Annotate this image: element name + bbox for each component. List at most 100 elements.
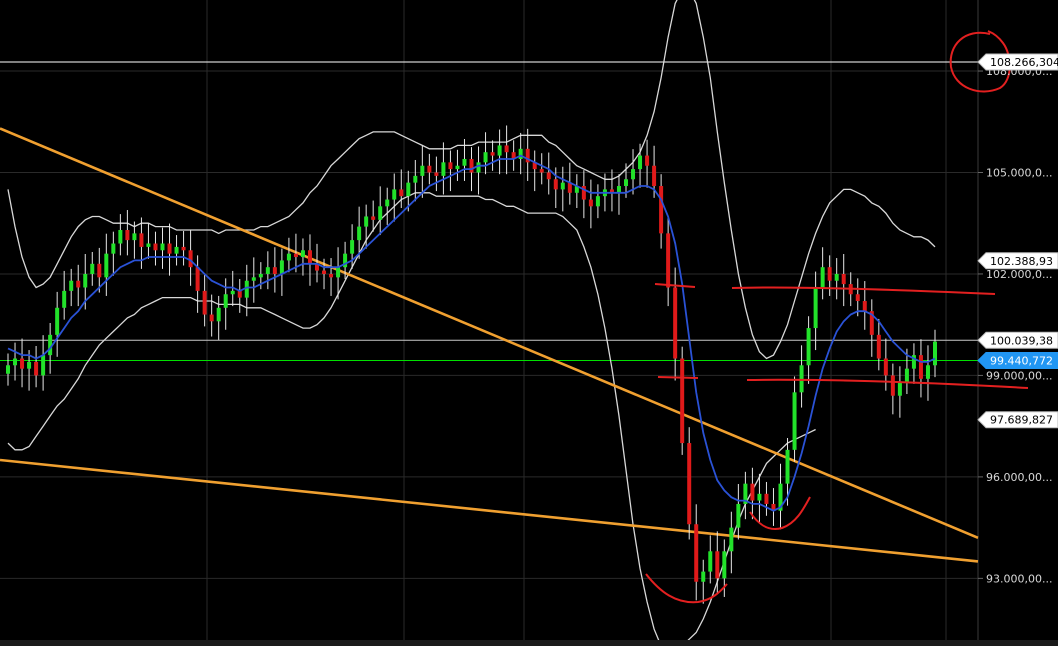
- candle-body: [139, 233, 144, 247]
- candle-body: [195, 267, 200, 291]
- tick-label-1: 105.000,0...: [986, 166, 1052, 179]
- candle-body: [806, 328, 811, 366]
- candle-body: [553, 179, 558, 190]
- chart-background: [0, 0, 1058, 646]
- candle-body: [820, 267, 825, 288]
- candle-body: [785, 449, 790, 484]
- time-axis-strip: [0, 640, 1058, 646]
- candle-body: [258, 273, 263, 278]
- candle-body: [209, 314, 214, 322]
- price-tag-text: 102.388,93: [990, 255, 1053, 268]
- candle-body: [638, 155, 643, 170]
- candle-body: [757, 493, 762, 501]
- candle-body: [631, 169, 636, 180]
- candle-body: [616, 186, 621, 193]
- candle-body: [385, 199, 390, 207]
- candle-body: [90, 263, 95, 274]
- candle-body: [286, 253, 291, 261]
- price-tag-text: 108.266,304: [990, 56, 1058, 69]
- candle-body: [13, 358, 18, 366]
- candle-body: [448, 162, 453, 170]
- candle-body: [399, 189, 404, 197]
- candle-body: [371, 216, 376, 220]
- candle-body: [392, 189, 397, 200]
- candle-body: [876, 334, 881, 359]
- candle-body: [645, 155, 650, 166]
- candle-body: [694, 524, 699, 582]
- candle-body: [813, 287, 818, 329]
- candle-body: [69, 280, 74, 291]
- candle-body: [413, 175, 418, 183]
- candle-body: [546, 172, 551, 180]
- candle-body: [237, 290, 242, 298]
- candle-body: [293, 253, 298, 258]
- tick-label-2: 102.000,0...: [986, 268, 1052, 281]
- candle-body: [76, 280, 81, 288]
- price-chart[interactable]: 108.000,0...105.000,0...102.000,0...99.0…: [0, 0, 1058, 646]
- candle-body: [764, 493, 769, 504]
- candle-body: [20, 358, 25, 369]
- candle-body: [827, 267, 832, 281]
- candle-body: [483, 152, 488, 163]
- candle-body: [904, 368, 909, 383]
- candle-body: [300, 250, 305, 258]
- candle-body: [855, 294, 860, 302]
- candle-body: [687, 443, 692, 525]
- candle-body: [118, 229, 123, 244]
- candle-body: [792, 392, 797, 450]
- candle-body: [862, 301, 867, 312]
- candle-body: [504, 145, 509, 153]
- candle: [680, 346, 685, 455]
- price-tag-3: 99.440,772: [977, 352, 1058, 370]
- candle-body: [715, 551, 720, 579]
- candle-body: [680, 358, 685, 444]
- candle-body: [41, 355, 46, 376]
- candle-body: [153, 243, 158, 251]
- price-tag-0: 108.266,304: [977, 53, 1058, 71]
- candle-body: [34, 361, 39, 376]
- candle-body: [223, 294, 228, 308]
- candle-body: [132, 233, 137, 241]
- price-tag-text: 100.039,38: [990, 334, 1053, 347]
- candle-body: [441, 162, 446, 176]
- candle-body: [673, 287, 678, 359]
- candle-body: [434, 172, 439, 176]
- candle-body: [918, 355, 923, 379]
- candle-body: [336, 267, 341, 278]
- candle-body: [750, 483, 755, 501]
- candle-body: [462, 158, 467, 166]
- candle-body: [588, 199, 593, 207]
- candle-body: [97, 263, 102, 278]
- candle-body: [420, 165, 425, 176]
- candle-body: [490, 152, 495, 156]
- candle-body: [216, 307, 221, 322]
- price-tag-text: 99.440,772: [990, 355, 1053, 368]
- candle-body: [595, 196, 600, 207]
- candle-body: [476, 162, 481, 173]
- candle-body: [279, 260, 284, 274]
- candle-body: [659, 186, 664, 234]
- candle-body: [251, 277, 256, 281]
- price-tag-2: 100.039,38: [977, 331, 1058, 349]
- candle: [687, 427, 692, 540]
- candle-body: [83, 273, 88, 288]
- price-axis-panel: [978, 0, 1058, 646]
- candle-body: [708, 551, 713, 572]
- candle-body: [125, 229, 130, 241]
- candle-body: [146, 243, 151, 247]
- candle-body: [27, 361, 32, 369]
- candle-body: [307, 250, 312, 264]
- candle-body: [518, 148, 523, 159]
- candle-body: [357, 226, 362, 241]
- candle-body: [378, 206, 383, 220]
- candle-body: [652, 165, 657, 187]
- candle-body: [329, 273, 334, 278]
- candle-body: [701, 571, 706, 582]
- candle-body: [799, 365, 804, 393]
- candle-body: [174, 246, 179, 254]
- candle-body: [925, 365, 930, 379]
- candle-body: [406, 182, 411, 197]
- candle-body: [265, 267, 270, 274]
- tick-label-3: 99.000,00...: [986, 369, 1052, 382]
- price-tag-4: 97.689,827: [977, 411, 1058, 429]
